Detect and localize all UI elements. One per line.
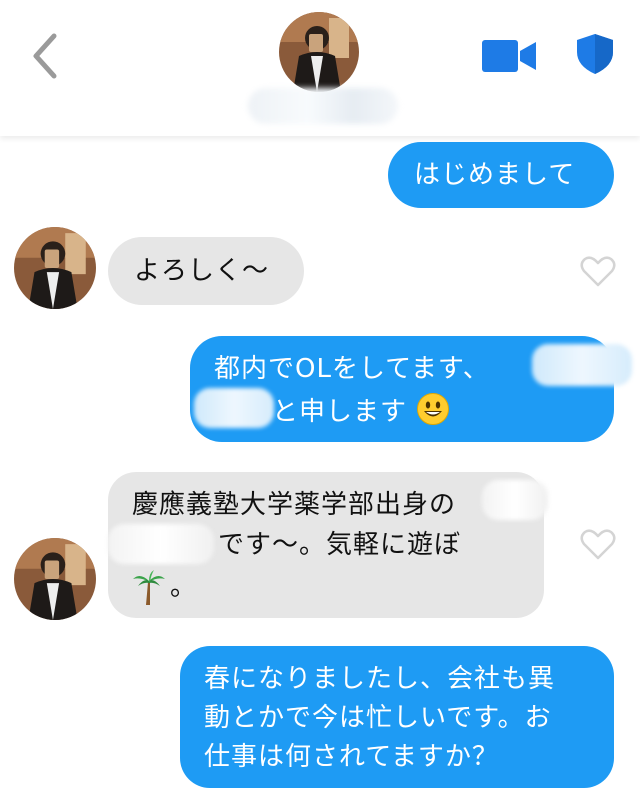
match-avatar-small[interactable] <box>14 538 96 620</box>
message-bubble-incoming[interactable]: 慶應義塾大学薬学部出身の です〜。気軽に遊ぼ 。 <box>108 472 548 618</box>
redaction-blur <box>108 524 214 564</box>
heart-outline-icon[interactable] <box>580 528 616 560</box>
chat-header <box>0 0 640 136</box>
chevron-left-icon[interactable] <box>26 30 66 82</box>
message-line: 春になりましたし、会社も異 <box>204 664 556 694</box>
video-camera-icon[interactable] <box>482 40 536 72</box>
message-text: はじめまして <box>414 160 576 190</box>
name-redaction <box>248 88 398 124</box>
message-text: よろしく〜 <box>134 256 270 286</box>
message-bubble-incoming[interactable]: よろしく〜 <box>108 237 304 305</box>
redaction-blur <box>194 388 274 428</box>
redaction-blur <box>482 480 548 520</box>
message-line: 慶應義塾大学薬学部出身の <box>132 490 457 520</box>
redaction-blur <box>532 344 632 386</box>
smiling-face-emoji <box>417 393 450 425</box>
message-bubble-outgoing[interactable]: はじめまして <box>388 142 614 208</box>
message-line: 仕事は何されてますか？ <box>204 742 499 772</box>
message-bubble-outgoing[interactable]: 都内でOLをしてます、 と申します <box>190 336 632 442</box>
shield-icon[interactable] <box>575 32 615 76</box>
heart-outline-icon[interactable] <box>580 255 616 287</box>
message-line: 都内でOLをしてます、 <box>214 354 490 384</box>
message-bubble-outgoing[interactable]: 春になりましたし、会社も異 動とかで今は忙しいです。お 仕事は何されてますか？ <box>180 646 614 788</box>
message-line: 動とかで今は忙しいです。お <box>204 703 552 733</box>
message-line: です〜。気軽に遊ぼ <box>218 530 462 560</box>
palm-tree-emoji <box>133 570 165 605</box>
match-avatar[interactable] <box>279 12 359 92</box>
match-avatar-small[interactable] <box>14 227 96 309</box>
message-line: 。 <box>170 572 198 602</box>
message-line: と申します <box>272 392 450 431</box>
